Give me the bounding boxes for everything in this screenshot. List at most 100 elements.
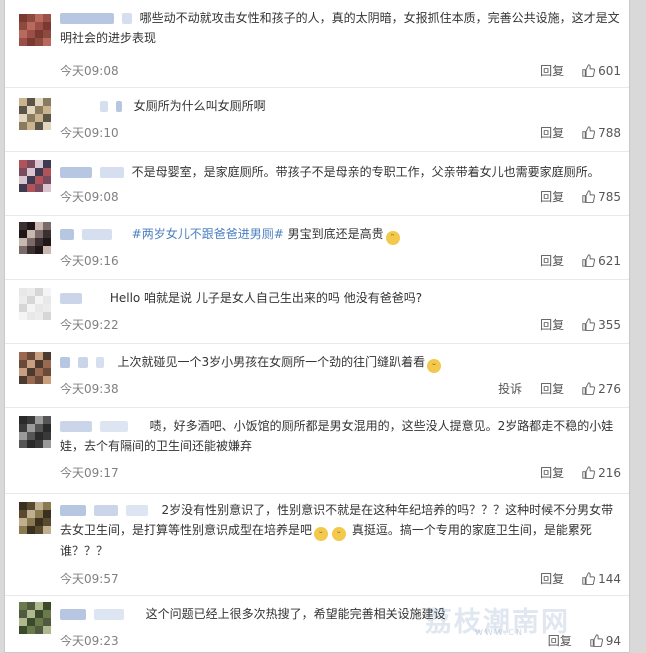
reply-button[interactable]: 回复: [540, 252, 564, 269]
username-blurred[interactable]: [60, 167, 92, 178]
like-button[interactable]: 601: [582, 64, 621, 78]
comment-time: 今天09:38: [60, 382, 119, 396]
comment-text: 哪些动不动就攻击女性和孩子的人，真的太阴暗，女报抓住本质，完善公共设施，这才是文…: [60, 11, 620, 45]
like-count: 216: [598, 465, 621, 480]
laughing-emoji-icon: ᵕ: [314, 527, 329, 541]
comment-text: Hello 咱就是说 儿子是女人自己生出来的吗 他没有爸爸吗?: [60, 288, 621, 308]
username-blurred[interactable]: [99, 421, 128, 432]
laughing-emoji-icon: ᵕ: [427, 359, 442, 373]
thumbs-up-icon: [582, 318, 596, 331]
comment-actions: 回复 355: [522, 316, 621, 333]
comment-text: 啧，好多酒吧、小饭馆的厕所都是男女混用的，这些没人提意见。2岁路都走不稳的小娃娃…: [60, 419, 614, 453]
reply-button[interactable]: 回复: [540, 380, 564, 397]
username-blurred[interactable]: [60, 609, 86, 620]
thumbs-up-icon: [582, 466, 596, 479]
comment-list: 哪些动不动就攻击女性和孩子的人，真的太阴暗，女报抓住本质，完善公共设施，这才是文…: [4, 0, 630, 653]
comment-time: 今天09:57: [60, 572, 119, 586]
reply-button[interactable]: 回复: [540, 62, 564, 79]
reply-button[interactable]: 回复: [540, 316, 564, 333]
comment-time: 今天09:16: [60, 254, 119, 268]
comment-text: 上次就碰见一个3岁小男孩在女厕所一个劲的往门缝趴着看 ᵕ: [60, 352, 621, 373]
comment-text: #两岁女儿不跟爸爸进男厕# 男宝到底还是高贵 ᵔ: [60, 224, 621, 245]
comment-text: 女厕所为什么叫女厕所啊: [100, 96, 621, 116]
avatar[interactable]: [19, 98, 51, 130]
username-blurred[interactable]: [100, 101, 108, 112]
thumbs-up-icon: [582, 190, 596, 203]
username-blurred[interactable]: [81, 229, 112, 240]
username-blurred[interactable]: [60, 229, 74, 240]
like-count: 788: [598, 125, 621, 140]
username-blurred[interactable]: [93, 609, 124, 620]
username-blurred[interactable]: [93, 505, 118, 516]
comment-actions: 回复 144: [522, 570, 621, 587]
comment-actions: 回复 601: [522, 62, 621, 79]
thumbs-up-icon: [590, 634, 603, 647]
comment-item: #两岁女儿不跟爸爸进男厕# 男宝到底还是高贵 ᵔ 今天09:16 回复 621: [5, 216, 629, 280]
reply-button[interactable]: 回复: [540, 570, 564, 587]
reply-button[interactable]: 回复: [540, 124, 564, 141]
like-button[interactable]: 785: [582, 190, 621, 204]
thumbs-up-icon: [582, 572, 596, 585]
like-count: 144: [598, 571, 621, 586]
comment-text: 不是母婴室，是家庭厕所。带孩子不是母亲的专职工作，父亲带着女儿也需要家庭厕所。: [60, 162, 621, 182]
comment-text: 2岁没有性别意识了，性别意识不就是在这种年纪培养的吗？？？这种时候不分男女带去女…: [60, 503, 614, 558]
comment-time: 今天09:08: [60, 190, 119, 204]
comment-item: Hello 咱就是说 儿子是女人自己生出来的吗 他没有爸爸吗? 今天09:22 …: [5, 280, 629, 344]
comment-actions: 回复 216: [522, 464, 621, 481]
comment-item: 不是母婴室，是家庭厕所。带孩子不是母亲的专职工作，父亲带着女儿也需要家庭厕所。 …: [5, 152, 629, 216]
avatar[interactable]: [19, 222, 51, 254]
avatar[interactable]: [19, 502, 51, 534]
like-button[interactable]: 788: [582, 126, 621, 140]
topic-link[interactable]: #两岁女儿不跟爸爸进男厕#: [132, 227, 284, 241]
username-blurred[interactable]: [125, 505, 148, 516]
laughing-emoji-icon: ᵕ: [332, 527, 347, 541]
like-button[interactable]: 355: [582, 318, 621, 332]
username-blurred[interactable]: [77, 357, 88, 368]
username-blurred[interactable]: [60, 505, 86, 516]
like-button[interactable]: 276: [582, 382, 621, 396]
avatar[interactable]: [19, 160, 51, 192]
username-blurred[interactable]: [95, 357, 104, 368]
username-blurred[interactable]: [60, 13, 114, 24]
like-count: 355: [598, 317, 621, 332]
thumbs-up-icon: [582, 254, 596, 267]
comment-time: 今天09:08: [60, 64, 119, 78]
comment-time: 今天09:17: [60, 466, 119, 480]
username-blurred[interactable]: [60, 421, 92, 432]
avatar[interactable]: [19, 416, 51, 448]
comment-item: 哪些动不动就攻击女性和孩子的人，真的太阴暗，女报抓住本质，完善公共设施，这才是文…: [5, 0, 629, 88]
comment-actions: 回复 621: [522, 252, 621, 269]
like-button[interactable]: 144: [582, 572, 621, 586]
comment-item: 啧，好多酒吧、小饭馆的厕所都是男女混用的，这些没人提意见。2岁路都走不稳的小娃娃…: [5, 408, 629, 494]
like-button[interactable]: 216: [582, 466, 621, 480]
comment-time: 今天09:10: [60, 126, 119, 140]
comment-actions: 回复 785: [522, 188, 621, 205]
like-count: 94: [605, 633, 621, 648]
username-blurred[interactable]: [99, 167, 124, 178]
like-button[interactable]: 621: [582, 254, 621, 268]
comment-actions: 投诉 回复 276: [480, 380, 621, 397]
comment-time: 今天09:23: [60, 634, 119, 648]
like-count: 601: [598, 63, 621, 78]
report-button[interactable]: 投诉: [498, 380, 522, 397]
thumbs-up-icon: [582, 126, 596, 139]
thumbs-up-icon: [582, 382, 596, 395]
comment-item: 女厕所为什么叫女厕所啊 今天09:10 回复 788: [5, 88, 629, 152]
comment-item: 2岁没有性别意识了，性别意识不就是在这种年纪培养的吗？？？这种时候不分男女带去女…: [5, 494, 629, 596]
reply-button[interactable]: 回复: [540, 464, 564, 481]
like-button[interactable]: 94: [590, 634, 621, 648]
thumbs-up-icon: [582, 64, 596, 77]
comment-time: 今天09:22: [60, 318, 119, 332]
username-blurred[interactable]: [60, 357, 70, 368]
username-blurred[interactable]: [60, 293, 82, 304]
avatar[interactable]: [19, 602, 51, 634]
like-count: 276: [598, 381, 621, 396]
watermark-url: WWW.CN: [475, 628, 524, 637]
reply-button[interactable]: 回复: [540, 188, 564, 205]
smile-emoji-icon: ᵔ: [385, 231, 400, 245]
avatar[interactable]: [19, 352, 51, 384]
username-blurred[interactable]: [115, 101, 122, 112]
username-blurred[interactable]: [121, 13, 132, 24]
avatar[interactable]: [19, 288, 51, 320]
avatar[interactable]: [19, 14, 51, 46]
